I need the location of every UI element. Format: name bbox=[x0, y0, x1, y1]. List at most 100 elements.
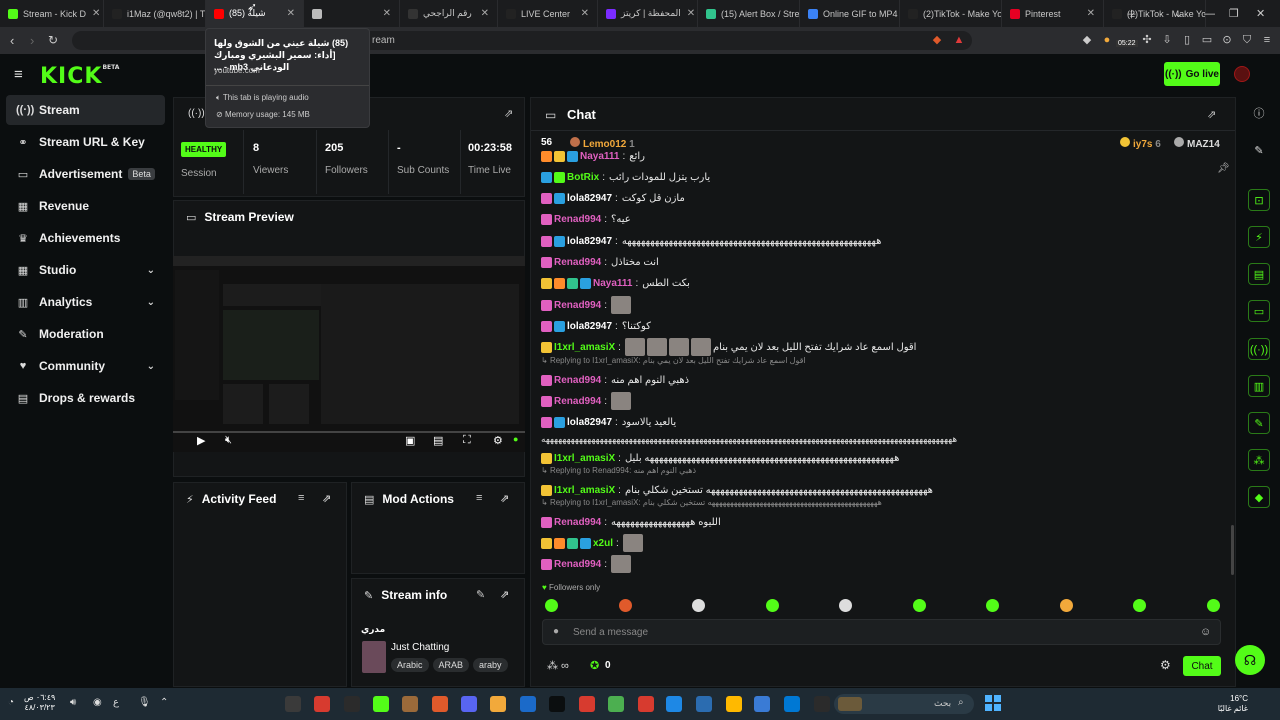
downloads-icon[interactable]: ⇩ bbox=[1160, 33, 1174, 47]
go-live-button[interactable]: ((·)) Go live bbox=[1164, 62, 1220, 86]
chat-settings-icon[interactable]: ⚙ bbox=[1160, 658, 1171, 672]
settings-icon[interactable] bbox=[608, 696, 624, 712]
tray-chevron-icon[interactable]: ⌃ bbox=[160, 697, 168, 708]
wallet-icon[interactable]: ▭ bbox=[1200, 33, 1214, 47]
sidebar-item-studio[interactable]: ▦ Studio ⌄ bbox=[6, 255, 165, 285]
mod-panel-icon[interactable]: ▤ bbox=[1248, 263, 1270, 285]
browser-tab[interactable]: (2)TikTok - Make Yo✕ bbox=[900, 0, 1002, 27]
browser-tab[interactable]: ✕ bbox=[304, 0, 400, 27]
info-icon[interactable]: ⓘ bbox=[1248, 103, 1270, 125]
quick-emote-icon[interactable] bbox=[1206, 599, 1220, 612]
activity-panel-icon[interactable]: ⚡︎ bbox=[1248, 226, 1270, 248]
steam-icon[interactable] bbox=[373, 696, 389, 712]
fullscreen-icon[interactable]: ⛶ bbox=[463, 434, 471, 447]
category-thumbnail[interactable] bbox=[362, 641, 386, 673]
close-tab-icon[interactable]: ✕ bbox=[681, 8, 695, 19]
edge-alt-icon[interactable] bbox=[666, 696, 682, 712]
pin-icon[interactable]: 📌︎ bbox=[1217, 163, 1230, 174]
edit-icon[interactable]: ✎ bbox=[476, 588, 485, 601]
chat-username[interactable]: Renad994 bbox=[554, 214, 601, 225]
chat-username[interactable]: lola82947 bbox=[567, 236, 612, 247]
browser-tab[interactable]: i1Maz (@qw8t2) | T✕ bbox=[104, 0, 206, 27]
emote-picker-icon[interactable]: ⁂ ∞ bbox=[547, 659, 569, 672]
rewards-panel-icon[interactable]: ◆ bbox=[1248, 486, 1270, 508]
quick-emote-icon[interactable] bbox=[986, 599, 999, 612]
browser-tab[interactable]: Online GIF to MP4✕ bbox=[800, 0, 900, 27]
stream-preview-video[interactable]: ▶ 🔇︎ ▣ ▤ ⛶ ⚙ ● bbox=[173, 256, 525, 452]
chat-reply-context[interactable]: ↳ Replying to I1xrl_amasiX: اقول اسمع عا… bbox=[541, 356, 806, 365]
play-icon[interactable]: ▶ bbox=[197, 434, 205, 447]
sidebar-item-revenue[interactable]: ▦ Revenue bbox=[6, 191, 165, 221]
sidebar-item-stream[interactable]: ((·)) Stream bbox=[6, 95, 165, 125]
sidebar-toggle-icon[interactable]: ▯ bbox=[1180, 33, 1194, 47]
discord-alt-icon[interactable] bbox=[461, 696, 477, 712]
chat-username[interactable]: Renad994 bbox=[554, 517, 601, 528]
notification-icon[interactable]: ◔ bbox=[8, 697, 14, 708]
quick-emote-icon[interactable] bbox=[839, 599, 852, 612]
sidebar-item-moderation[interactable]: ✎ Moderation bbox=[6, 319, 165, 349]
user-avatar[interactable] bbox=[1234, 66, 1250, 82]
puzzle-icon[interactable]: ✣ bbox=[1140, 33, 1154, 47]
send-chat-button[interactable]: Chat bbox=[1183, 656, 1221, 676]
pinned-user-2[interactable]: iy7s 6 bbox=[1120, 137, 1161, 150]
chat-username[interactable]: lola82947 bbox=[567, 193, 612, 204]
session-panel-icon[interactable]: ((·)) bbox=[1248, 338, 1270, 360]
sidebar-item-achievements[interactable]: ♛ Achievements bbox=[6, 223, 165, 253]
popout-icon[interactable]: ⇗ bbox=[500, 492, 509, 505]
file-explorer-icon[interactable] bbox=[726, 696, 742, 712]
browser-tab[interactable]: رقم الراجحي ✕ bbox=[400, 0, 498, 27]
extension-fox-icon[interactable]: ● bbox=[1100, 33, 1114, 47]
quick-emote-icon[interactable] bbox=[765, 599, 779, 612]
microphone-icon[interactable]: 🎙︎ bbox=[138, 697, 151, 708]
sidebar-item-advertisement[interactable]: ▭ Advertisement Beta bbox=[6, 159, 165, 189]
chat-username[interactable]: BotRix bbox=[567, 172, 599, 183]
pip-icon[interactable]: ▣ bbox=[405, 434, 415, 447]
restore-icon[interactable]: ❐ bbox=[1229, 0, 1239, 27]
quick-emote-icon[interactable] bbox=[692, 599, 705, 612]
filter-icon[interactable]: ≡ bbox=[476, 492, 482, 504]
stream-tag[interactable]: Arabic bbox=[391, 658, 429, 672]
sidebar-item-stream-url-key[interactable]: ⚭ Stream URL & Key bbox=[6, 127, 165, 157]
pinned-user-3[interactable]: MAZ14 bbox=[1174, 137, 1220, 150]
chat-panel-icon[interactable]: ▭ bbox=[1248, 300, 1270, 322]
chat-username[interactable]: Renad994 bbox=[554, 559, 601, 570]
chevron-down-icon[interactable]: ⌄ bbox=[147, 361, 155, 372]
chat-username[interactable]: I1xrl_amasiX bbox=[554, 453, 615, 464]
app-red2-icon[interactable] bbox=[314, 696, 330, 712]
taskbar-app-icon[interactable] bbox=[814, 696, 830, 712]
language-icon[interactable]: ع bbox=[113, 697, 119, 708]
volume-icon[interactable]: 🔊︎ bbox=[70, 697, 76, 708]
wifi-icon[interactable]: ◉ bbox=[93, 697, 102, 708]
start-windows-icon[interactable] bbox=[985, 695, 1001, 711]
chat-username[interactable]: Naya111 bbox=[580, 151, 620, 162]
close-tab-icon[interactable]: ✕ bbox=[86, 8, 100, 19]
popout-icon[interactable]: ⇗ bbox=[500, 588, 509, 601]
chevron-down-icon[interactable]: ⌄ bbox=[147, 265, 155, 276]
extension-icon[interactable]: ◆ bbox=[1080, 33, 1094, 47]
chat-username[interactable]: Renad994 bbox=[554, 396, 601, 407]
pinned-user-1[interactable]: Lemo012 1 bbox=[570, 137, 635, 150]
edit-layout-icon[interactable]: ✎ bbox=[1248, 140, 1270, 162]
browser-tab[interactable]: المحفظة | كريتز ✕ bbox=[598, 0, 698, 27]
browser-tab[interactable]: LIVE Center ✕ bbox=[498, 0, 598, 27]
kick-logo[interactable]: KICKBETA bbox=[40, 64, 119, 89]
camera-panel-icon[interactable]: ⊡ bbox=[1248, 189, 1270, 211]
brave-icon[interactable] bbox=[490, 696, 506, 712]
support-headset-icon[interactable]: ☊ bbox=[1235, 645, 1265, 675]
close-tab-icon[interactable]: ✕ bbox=[281, 8, 295, 19]
browser-tab[interactable]: (15) Alert Box / Stre✕ bbox=[698, 0, 800, 27]
chat-input[interactable]: ● Send a message ☺ bbox=[542, 619, 1221, 645]
close-tab-icon[interactable]: ✕ bbox=[377, 8, 391, 19]
chat-username[interactable]: Renad994 bbox=[554, 300, 601, 311]
chat-reply-context[interactable]: ↳ Replying to Renad994: ذهبي النوم اهم م… bbox=[541, 466, 696, 475]
chat-scrollbar[interactable] bbox=[1231, 525, 1234, 575]
quick-emote-icon[interactable] bbox=[545, 599, 558, 612]
browser-tab[interactable]: (2)TikTok - Make Yo✕ bbox=[1104, 0, 1206, 27]
taskbar-search[interactable]: بحث ⌕ bbox=[834, 694, 974, 714]
chat-username[interactable]: lola82947 bbox=[567, 321, 612, 332]
sidebar-item-analytics[interactable]: ▥ Analytics ⌄ bbox=[6, 287, 165, 317]
close-tab-icon[interactable]: ✕ bbox=[475, 8, 489, 19]
chat-username[interactable]: I1xrl_amasiX bbox=[554, 485, 615, 496]
app-red-icon[interactable] bbox=[638, 696, 654, 712]
browser-tab[interactable]: Stream - Kick D ✕ bbox=[0, 0, 104, 27]
